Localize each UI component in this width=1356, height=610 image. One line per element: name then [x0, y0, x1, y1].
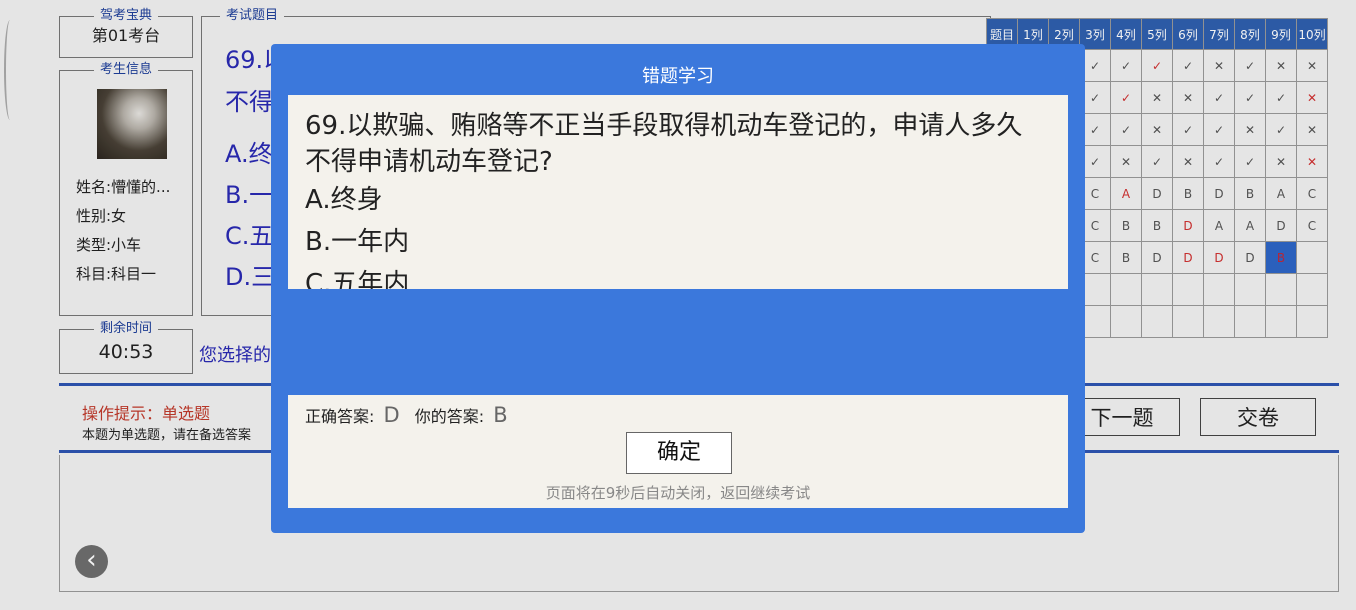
dialog-question-line1: 69.以欺骗、贿赂等不正当手段取得机动车登记的，申请人多久	[305, 111, 1023, 141]
dialog-option-c: C.五年内	[305, 269, 410, 289]
dialog-option-a: A.终身	[305, 185, 383, 215]
dialog-answer-panel: 正确答案: D 你的答案: B 确定 页面将在9秒后自动关闭，返回继续考试	[288, 395, 1068, 508]
dialog-title: 错题学习	[642, 66, 714, 87]
wrong-answer-dialog: 错题学习 69.以欺骗、贿赂等不正当手段取得机动车登记的，申请人多久 不得申请机…	[271, 44, 1085, 533]
your-answer-label: 你的答案:	[414, 407, 485, 426]
dialog-question-line2: 不得申请机动车登记?	[305, 147, 553, 177]
correct-answer-value: D	[383, 403, 400, 427]
ok-button[interactable]: 确定	[626, 432, 732, 474]
dialog-question-panel[interactable]: 69.以欺骗、贿赂等不正当手段取得机动车登记的，申请人多久 不得申请机动车登记?…	[288, 95, 1068, 289]
your-answer-value: B	[493, 403, 508, 427]
auto-close-notice: 页面将在9秒后自动关闭，返回继续考试	[545, 484, 811, 502]
correct-answer-label: 正确答案:	[305, 407, 375, 426]
dialog-option-b: B.一年内	[305, 227, 410, 257]
answer-row: 正确答案: D 你的答案: B	[305, 403, 518, 427]
